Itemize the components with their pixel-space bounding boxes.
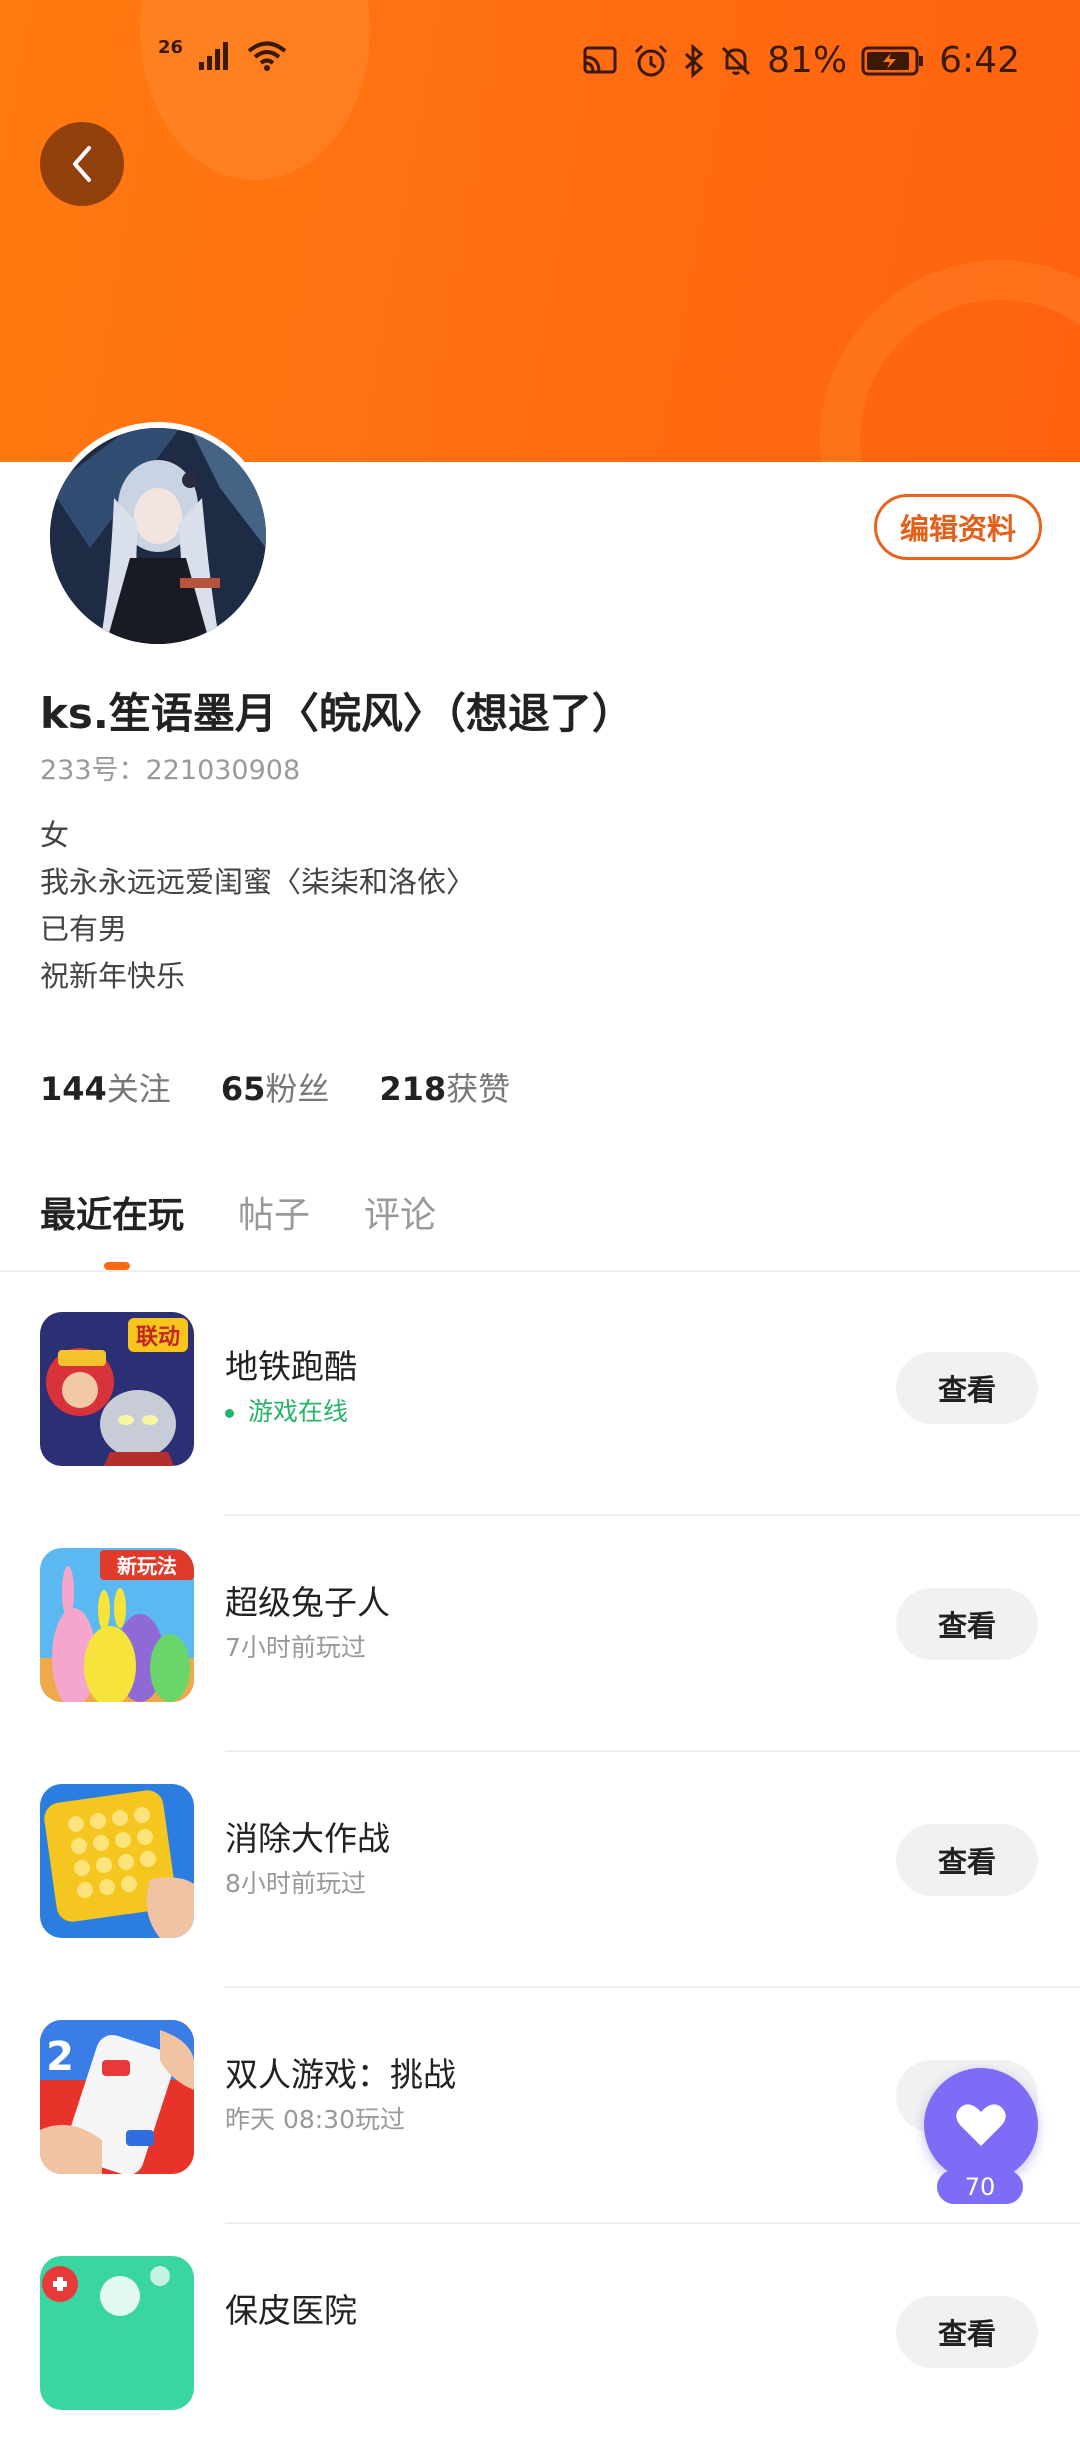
bluetooth-icon [685, 43, 704, 78]
stat-followers[interactable]: 65粉丝 [221, 1064, 330, 1110]
stat-value: 65 [220, 1070, 266, 1108]
game-title: 双人游戏：挑战 [225, 2055, 456, 2094]
profile-header-banner: 26 81% 6:42 [0, 0, 1080, 462]
list-item[interactable]: 消除大作战 8小时前玩过 查看 [0, 1752, 1080, 1988]
stat-label: 粉丝 [265, 1070, 330, 1108]
list-item[interactable]: 新玩法 超级兔子人 7小时前玩过 查看 [0, 1516, 1080, 1752]
view-button[interactable]: 查看 [896, 1588, 1038, 1660]
avatar[interactable] [44, 422, 272, 650]
list-item[interactable]: 保皮医院 查看 [0, 2224, 1080, 2460]
super-bunny-man-icon: 新玩法 [40, 1548, 194, 1702]
pop-it-icon [40, 1784, 194, 1938]
clock-time: 6:42 [939, 40, 1020, 81]
status-bar: 26 81% 6:42 [0, 0, 1080, 125]
divider [0, 1270, 1080, 1272]
stat-label: 关注 [106, 1070, 171, 1108]
tab-comments[interactable]: 评论 [364, 1186, 436, 1238]
view-button[interactable]: 查看 [896, 1824, 1038, 1896]
tab-recent-games[interactable]: 最近在玩 [40, 1186, 184, 1238]
back-button[interactable] [40, 122, 124, 206]
stat-value: 218 [379, 1070, 447, 1108]
game-title: 超级兔子人 [225, 1583, 390, 1622]
bio-line: 我永永远远爱闺蜜〈柒柒和洛依〉 [40, 865, 476, 899]
icon-badge: 联动 [136, 1325, 180, 1350]
bio-line: 女 [40, 818, 70, 852]
banner-decoration [820, 260, 1080, 462]
active-tab-indicator [104, 1262, 130, 1270]
signal-icon [199, 42, 229, 70]
favorite-button[interactable] [924, 2068, 1038, 2182]
online-dot-icon [225, 1408, 234, 1418]
game-title: 保皮医院 [225, 2291, 357, 2330]
bio: 女 我永永远远爱闺蜜〈柒柒和洛依〉 已有男 祝新年快乐 [40, 812, 475, 1000]
game-status-text: 游戏在线 [248, 1397, 349, 1426]
list-item[interactable]: 联动 地铁跑酷 游戏在线 查看 [0, 1280, 1080, 1516]
game-status: 游戏在线 [225, 1392, 348, 1428]
edit-profile-button[interactable]: 编辑资料 [874, 494, 1042, 560]
mute-bell-icon [722, 46, 751, 75]
cast-icon [583, 46, 617, 73]
chevron-left-icon [73, 146, 91, 182]
profile-tabs: 最近在玩 帖子 评论 [40, 1186, 436, 1238]
game-status: 8小时前玩过 [225, 1869, 366, 1898]
stat-label: 获赞 [446, 1070, 511, 1108]
view-button[interactable]: 查看 [896, 1352, 1038, 1424]
wifi-icon [247, 41, 287, 71]
game-status: 7小时前玩过 [225, 1633, 366, 1662]
profile-stats: 144关注 65粉丝 218获赞 [40, 1064, 510, 1110]
alarm-icon [635, 44, 668, 76]
game-title: 消除大作战 [225, 1819, 390, 1858]
icon-badge: 2 [46, 2034, 74, 2080]
favorite-count: 70 [937, 2170, 1023, 2204]
user-id: 233号：221030908 [40, 755, 301, 786]
network-type: 26 [158, 36, 184, 58]
username: ks.笙语墨月〈皖风〉（想退了） [40, 689, 634, 738]
hospital-game-icon [40, 2256, 194, 2410]
battery-charging-icon [861, 46, 924, 75]
stat-likes[interactable]: 218获赞 [379, 1064, 510, 1110]
list-item[interactable]: 2 双人游戏：挑战 昨天 08:30玩过 查看 [0, 1988, 1080, 2224]
stat-value: 144 [40, 1070, 107, 1108]
game-title: 地铁跑酷 [225, 1347, 357, 1386]
two-player-games-icon: 2 [40, 2020, 194, 2174]
subway-surfers-icon: 联动 [40, 1312, 194, 1466]
stat-following[interactable]: 144关注 [40, 1064, 171, 1110]
game-status: 昨天 08:30玩过 [225, 2105, 405, 2134]
bio-line: 已有男 [40, 912, 128, 946]
battery-percent: 81% [767, 40, 848, 81]
tab-posts[interactable]: 帖子 [238, 1186, 310, 1238]
heart-icon [956, 2104, 1006, 2146]
view-button[interactable]: 查看 [896, 2296, 1038, 2368]
avatar-image [50, 428, 266, 644]
icon-badge: 新玩法 [117, 1554, 177, 1578]
bio-line: 祝新年快乐 [40, 959, 186, 993]
